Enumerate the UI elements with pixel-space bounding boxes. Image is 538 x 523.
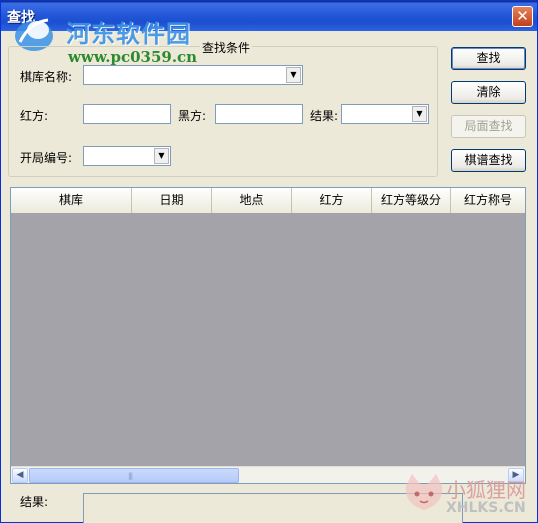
close-icon: ✕ [516, 7, 529, 25]
pattern-search-button[interactable]: 棋谱查找 [451, 149, 526, 172]
chevron-down-icon[interactable]: ▼ [412, 106, 427, 122]
footer-result-label: 结果: [20, 495, 49, 509]
chevron-down-icon[interactable]: ▼ [154, 148, 169, 164]
black-label: 黑方: [178, 109, 207, 123]
red-input[interactable] [83, 104, 171, 124]
watermark-brand: 河东软件园 [66, 19, 191, 48]
group-title: 查找条件 [200, 39, 253, 56]
result-label: 结果: [310, 109, 339, 123]
black-input[interactable] [215, 104, 303, 124]
clear-button[interactable]: 清除 [451, 81, 526, 104]
column-header-red[interactable]: 红方 [292, 188, 372, 213]
column-header-date[interactable]: 日期 [132, 188, 212, 213]
column-header-red-title[interactable]: 红方称号 [451, 188, 525, 213]
chevron-down-icon[interactable]: ▼ [286, 67, 301, 83]
column-header-place[interactable]: 地点 [212, 188, 292, 213]
opening-label: 开局编号: [20, 151, 73, 165]
watermark-site2-en: XHLKS.CN [446, 500, 526, 516]
find-button[interactable]: 查找 [451, 47, 526, 70]
red-label: 红方: [20, 109, 49, 123]
results-table[interactable]: 棋库 日期 地点 红方 红方等级分 红方称号 ◀ ||| ▶ [10, 187, 526, 484]
result-combo[interactable]: ▼ [341, 104, 429, 124]
opening-combo[interactable]: ▼ [83, 146, 171, 166]
scroll-left-icon[interactable]: ◀ [12, 468, 28, 483]
board-search-button[interactable]: 局面查找 [451, 115, 526, 138]
grip-icon: ||| [128, 472, 133, 480]
column-header-red-rating[interactable]: 红方等级分 [372, 188, 451, 213]
column-header-library[interactable]: 棋库 [11, 188, 132, 213]
watermark-site2-cn: 小狐狸网 [446, 478, 526, 502]
scrollbar-thumb[interactable]: ||| [29, 468, 239, 483]
close-button[interactable]: ✕ [512, 6, 533, 27]
table-header: 棋库 日期 地点 红方 红方等级分 红方称号 [11, 188, 525, 213]
game-name-combo[interactable]: ▼ [83, 65, 303, 85]
game-name-label: 棋库名称: [20, 70, 73, 84]
